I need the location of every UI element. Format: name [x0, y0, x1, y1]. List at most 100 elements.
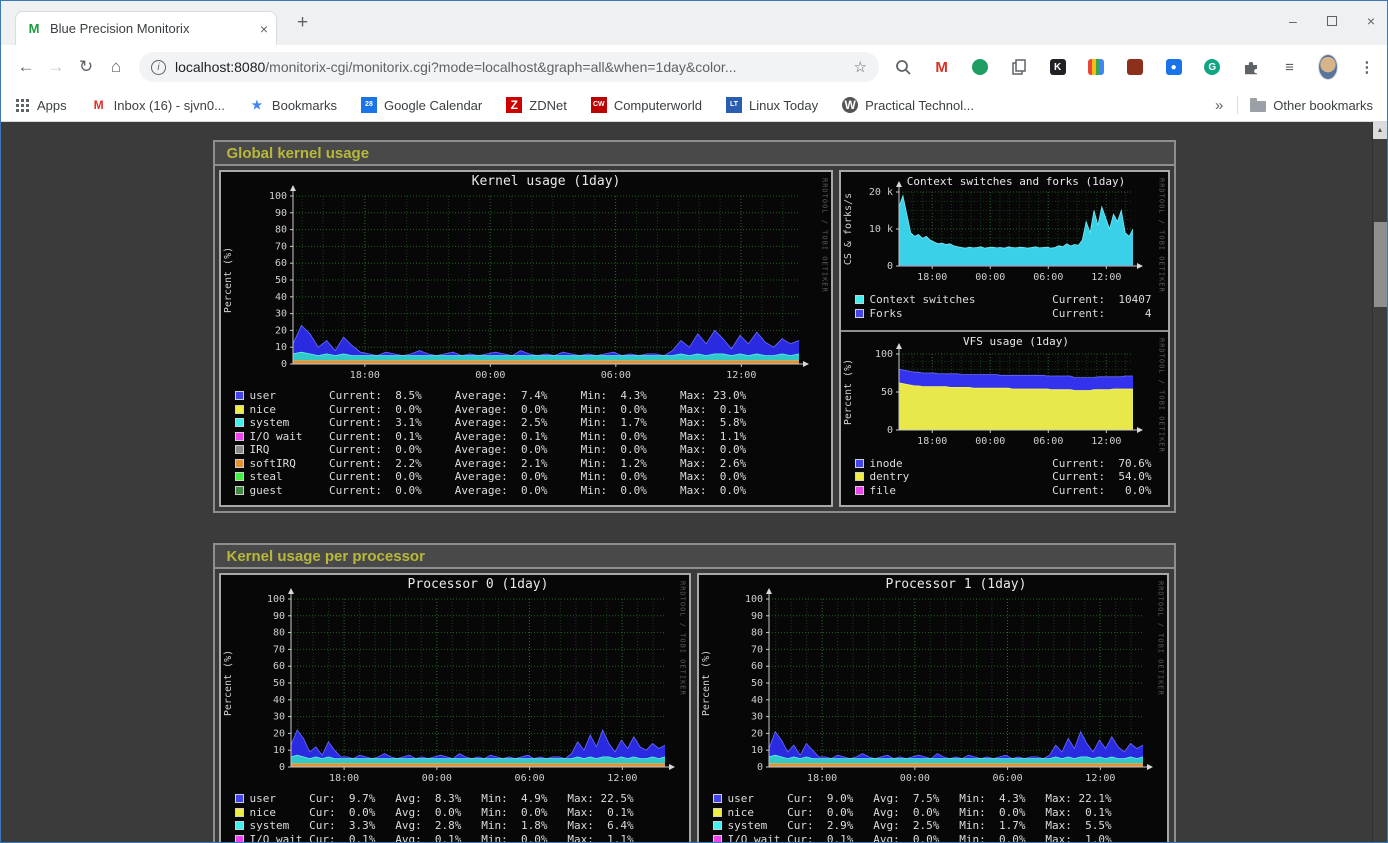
legend-current-value: Current: 10407: [1052, 293, 1167, 307]
legend-text: nice Cur: 0.0% Avg: 0.0% Min: 0.0% Max: …: [728, 806, 1112, 820]
camera-extension-icon[interactable]: ●: [1164, 57, 1184, 77]
bookmark-item[interactable]: LTLinux Today: [726, 97, 818, 113]
legend-swatch: [713, 835, 722, 842]
kernel-usage-plot: 010203040506070809010018:0000:0006:0012:…: [221, 172, 831, 382]
k-extension-icon[interactable]: K: [1048, 57, 1068, 77]
svg-text:60: 60: [750, 661, 762, 672]
bookmark-item[interactable]: ZZDNet: [506, 97, 567, 113]
legend-row: system Cur: 2.9% Avg: 2.5% Min: 1.7% Max…: [713, 819, 1167, 833]
legend-text: user Current: 8.5% Average: 7.4% Min: 4.…: [250, 389, 747, 403]
svg-text:18:00: 18:00: [807, 773, 837, 784]
close-icon[interactable]: ×: [1367, 13, 1375, 29]
reading-list-icon[interactable]: ≡: [1280, 57, 1300, 77]
svg-text:10: 10: [750, 745, 762, 756]
page-info-icon[interactable]: i: [151, 60, 166, 75]
svg-text:70: 70: [274, 241, 286, 252]
bookmarks-right: » Other bookmarks: [1215, 96, 1373, 114]
browser-tab[interactable]: M Blue Precision Monitorix ×: [15, 11, 277, 45]
maximize-icon[interactable]: [1327, 16, 1337, 26]
grammarly-extension-icon-badge: G: [1204, 59, 1220, 75]
svg-text:12:00: 12:00: [1085, 773, 1115, 784]
legend-text: steal Current: 0.0% Average: 0.0% Min: 0…: [250, 470, 747, 484]
section-body: 010203040506070809010018:0000:0006:0012:…: [215, 166, 1174, 511]
svg-text:0: 0: [756, 762, 762, 773]
bookmark-item[interactable]: MInbox (16) - sjvn0...: [91, 97, 225, 113]
other-bookmarks-label[interactable]: Other bookmarks: [1273, 98, 1373, 113]
svg-text:18:00: 18:00: [917, 436, 947, 447]
legend-row: I/O wait Cur: 0.1% Avg: 0.1% Min: 0.0% M…: [235, 833, 689, 843]
new-tab-button[interactable]: +: [297, 12, 308, 34]
page-scrollbar[interactable]: ▲: [1372, 122, 1387, 842]
side-graphs-frame: 010 k20 k18:0000:0006:0012:00Context swi…: [839, 170, 1170, 507]
session-extension-icon[interactable]: [970, 57, 990, 77]
bookmark-item[interactable]: WPractical Technol...: [842, 97, 974, 113]
legend-swatch: [855, 472, 864, 481]
search-icon[interactable]: [893, 57, 913, 77]
profile-avatar[interactable]: [1318, 57, 1338, 77]
svg-text:0: 0: [886, 425, 892, 436]
bookmarks-overflow-icon[interactable]: »: [1215, 97, 1223, 114]
legend-swatch: [713, 821, 722, 830]
svg-text:Percent (%): Percent (%): [223, 650, 234, 716]
bookmark-item[interactable]: ★Bookmarks: [249, 97, 337, 113]
svg-text:100: 100: [874, 349, 892, 360]
context-switches-chart: 010 k20 k18:0000:0006:0012:00Context swi…: [841, 172, 1168, 330]
bookmark-item[interactable]: 28Google Calendar: [361, 97, 482, 113]
svg-text:00:00: 00:00: [975, 436, 1005, 447]
svg-text:Percent (%): Percent (%): [843, 358, 854, 424]
back-icon[interactable]: ←: [11, 52, 41, 82]
grammarly-extension-icon[interactable]: G: [1202, 57, 1222, 77]
legend-text: I/O wait Cur: 0.1% Avg: 0.1% Min: 0.0% M…: [250, 833, 634, 843]
processor-0-frame: 010203040506070809010018:0000:0006:0012:…: [219, 573, 691, 842]
section-header: Kernel usage per processor: [215, 545, 1174, 569]
legend-swatch: [235, 391, 244, 400]
bookmarks-bar: Apps MInbox (16) - sjvn0... ★Bookmarks 28Go…: [1, 89, 1387, 122]
bookmark-item[interactable]: Apps: [15, 98, 67, 113]
copy-extension-icon[interactable]: [1009, 57, 1029, 77]
svg-text:06:00: 06:00: [1033, 272, 1063, 283]
svg-text:100: 100: [266, 594, 284, 605]
bookmark-label: Inbox (16) - sjvn0...: [114, 98, 225, 113]
url-input[interactable]: i localhost:8080 /monitorix-cgi/monitori…: [139, 52, 879, 82]
tab-close-icon[interactable]: ×: [260, 21, 268, 37]
svg-text:100: 100: [268, 191, 286, 202]
address-bar: ← → ↻ ⌂ i localhost:8080 /monitorix-cgi/…: [1, 45, 1387, 89]
apps-grid-icon: [16, 99, 19, 102]
briefcase-extension-icon[interactable]: [1125, 57, 1145, 77]
legend-row: Forks Current: 4: [855, 307, 1168, 321]
svg-text:12:00: 12:00: [726, 370, 756, 381]
bookmark-label: Practical Technol...: [865, 98, 974, 113]
legend-text: Forks: [870, 307, 903, 321]
legend-row: steal Current: 0.0% Average: 0.0% Min: 0…: [235, 470, 831, 484]
bookmark-star-icon[interactable]: ☆: [854, 58, 867, 76]
reload-icon[interactable]: ↻: [71, 52, 101, 82]
browser-menu-icon[interactable]: ⋮: [1357, 57, 1377, 77]
legend-row: guest Current: 0.0% Average: 0.0% Min: 0…: [235, 484, 831, 498]
legend-swatch: [235, 405, 244, 414]
scrollbar-thumb[interactable]: [1374, 222, 1387, 307]
bookmark-item[interactable]: CWComputerworld: [591, 97, 702, 113]
library-extension-icon[interactable]: [1086, 57, 1106, 77]
scroll-up-icon[interactable]: ▲: [1373, 122, 1387, 139]
chart-legend: user Cur: 9.7% Avg: 8.3% Min: 4.9% Max: …: [221, 790, 689, 842]
legend-swatch: [235, 445, 244, 454]
svg-text:80: 80: [750, 628, 762, 639]
svg-text:20: 20: [750, 728, 762, 739]
bookmarks-items: Apps MInbox (16) - sjvn0... ★Bookmarks 28Go…: [15, 97, 998, 113]
legend-text: Context switches: [870, 293, 976, 307]
home-icon[interactable]: ⌂: [101, 52, 131, 82]
svg-text:CS & forks/s: CS & forks/s: [843, 193, 854, 265]
url-path: /monitorix-cgi/monitorix.cgi?mode=localh…: [265, 59, 845, 75]
legend-row: nice Cur: 0.0% Avg: 0.0% Min: 0.0% Max: …: [235, 806, 689, 820]
tab-strip: M Blue Precision Monitorix × + – ×: [1, 1, 1387, 45]
vfs-usage-plot: 05010018:0000:0006:0012:00VFS usage (1da…: [841, 332, 1168, 450]
rrdtool-watermark: RRDTOOL / TOBI OETIKER: [1158, 178, 1166, 293]
legend-current-value: Current: 4: [1052, 307, 1167, 321]
legend-text: user Cur: 9.0% Avg: 7.5% Min: 4.3% Max: …: [728, 792, 1112, 806]
gmail-extension-icon[interactable]: M: [932, 57, 952, 77]
legend-swatch: [235, 459, 244, 468]
svg-text:06:00: 06:00: [992, 773, 1022, 784]
extensions-puzzle-icon[interactable]: [1241, 57, 1261, 77]
minimize-icon[interactable]: –: [1289, 13, 1297, 29]
tab-title: Blue Precision Monitorix: [50, 21, 254, 36]
